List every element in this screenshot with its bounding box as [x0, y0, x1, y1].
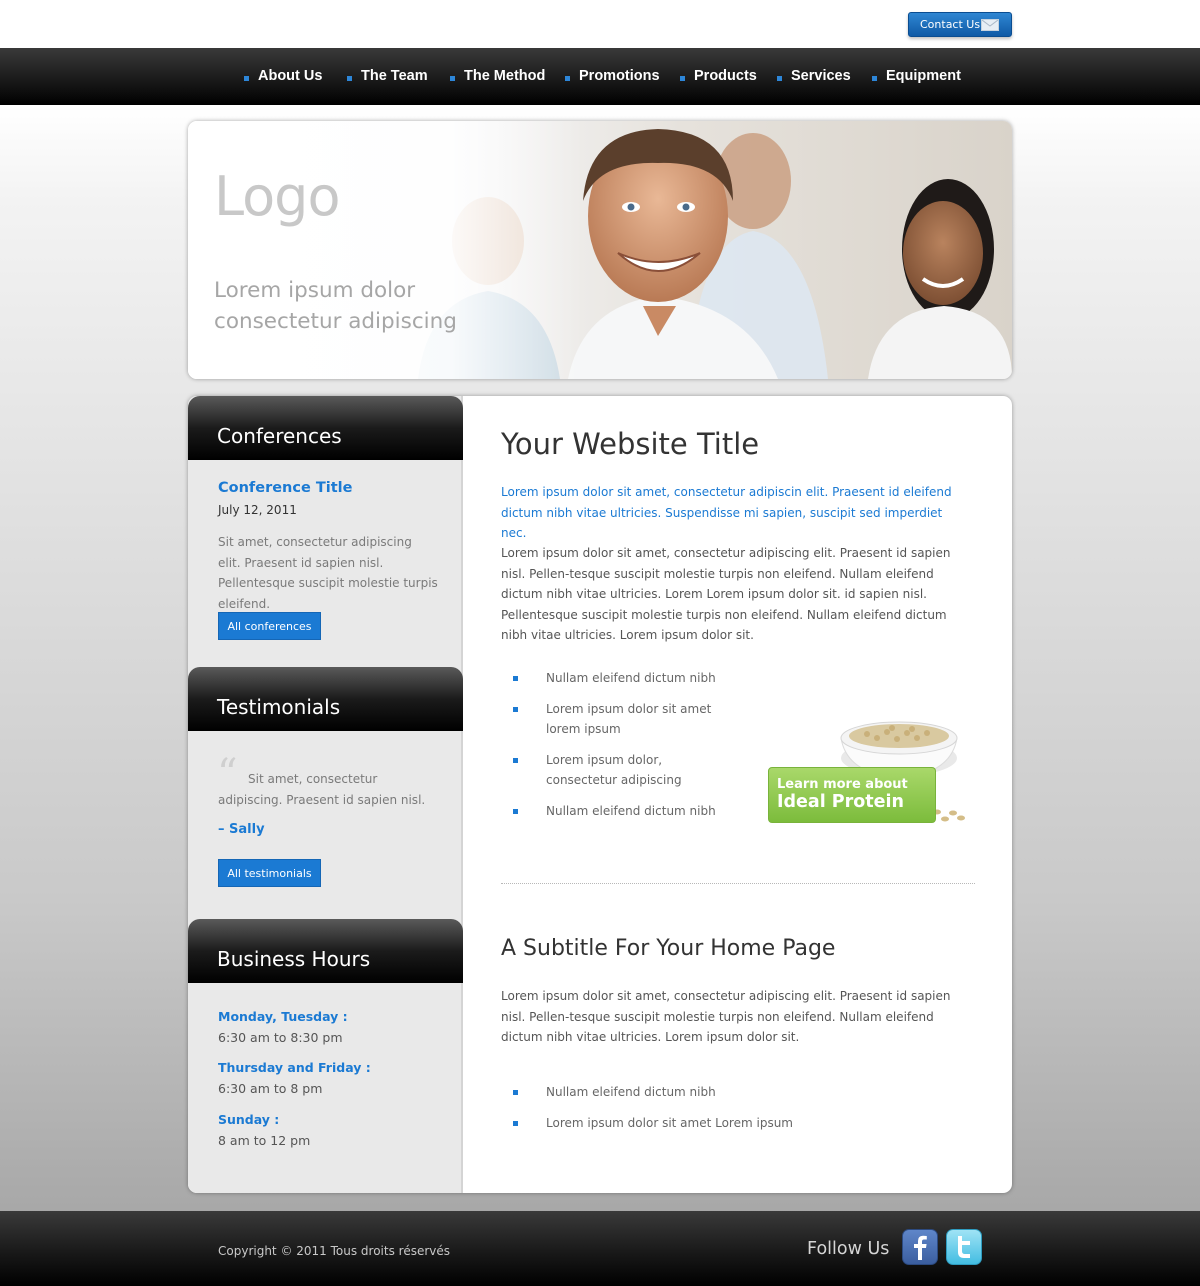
main-navigation: About Us The Team The Method Promotions … — [0, 48, 1200, 105]
conference-title-link[interactable]: Conference Title — [218, 480, 352, 496]
nav-bullet — [450, 75, 455, 81]
business-hours-heading: Business Hours — [188, 919, 463, 983]
bullet-icon — [513, 1090, 518, 1095]
nav-bullet — [777, 75, 782, 81]
nav-label: Products — [694, 68, 757, 84]
list-item-text: Nullam eleifend dictum nibh — [546, 1085, 716, 1099]
facebook-icon[interactable] — [902, 1229, 938, 1265]
testimonials-heading: Testimonials — [188, 667, 463, 731]
list-item-text: Lorem ipsum dolor, consectetur adipiscin… — [546, 752, 682, 788]
ideal-protein-promo[interactable]: Learn more about Ideal Protein — [767, 702, 973, 832]
list-item: Nullam eleifend dictum nibh — [513, 668, 743, 689]
copyright-text: Copyright © 2011 Tous droits réservés — [218, 1244, 451, 1258]
conferences-heading: Conferences — [188, 396, 463, 460]
list-item-text: Nullam eleifend dictum nibh — [546, 671, 716, 685]
nav-item-promotions[interactable]: Promotions — [565, 67, 660, 85]
list-item: Nullam eleifend dictum nibh — [513, 801, 743, 822]
promo-badge: Learn more about Ideal Protein — [768, 767, 936, 823]
hours-day: Monday, Tuesday : — [218, 1009, 348, 1024]
nav-bullet — [872, 75, 877, 81]
nav-label: The Method — [464, 68, 546, 84]
hours-time: 6:30 am to 8 pm — [218, 1081, 323, 1096]
testimonial-quote: Sit amet, consectetur adipiscing. Praese… — [218, 772, 426, 807]
hours-time: 8 am to 12 pm — [218, 1133, 311, 1148]
nav-bullet — [565, 75, 570, 81]
list-item: Lorem ipsum dolor, consectetur adipiscin… — [513, 750, 728, 791]
nav-label: Equipment — [886, 68, 961, 84]
testimonial-author: – Sally — [218, 822, 265, 837]
bullet-icon — [513, 757, 518, 763]
nav-item-the-team[interactable]: The Team — [347, 67, 428, 85]
bullet-icon — [513, 1120, 518, 1126]
body-paragraph: Lorem ipsum dolor sit amet, consectetur … — [501, 546, 951, 642]
section-subtitle: A Subtitle For Your Home Page — [501, 936, 836, 961]
footer: Copyright © 2011 Tous droits réservés Fo… — [0, 1211, 1200, 1286]
body-paragraph: Lorem ipsum dolor sit amet, consectetur … — [501, 989, 951, 1044]
nav-label: Promotions — [579, 68, 660, 84]
business-hours-heading-text: Business Hours — [217, 947, 371, 971]
list-item: Lorem ipsum dolor sit amet lorem ipsum — [513, 699, 718, 740]
list-item: Lorem ipsum dolor sit amet Lorem ipsum — [513, 1113, 813, 1134]
section-divider — [501, 883, 975, 884]
nav-label: The Team — [361, 68, 428, 84]
nav-bullet — [244, 75, 249, 81]
page-title: Your Website Title — [501, 427, 760, 461]
content-panel: Conferences Conference Title July 12, 20… — [188, 396, 1012, 1193]
main-content: Your Website Title Lorem ipsum dolor sit… — [463, 396, 1012, 1193]
bullet-icon — [513, 808, 518, 814]
sidebar: Conferences Conference Title July 12, 20… — [188, 396, 463, 1193]
conference-date: July 12, 2011 — [218, 503, 297, 517]
follow-us-label: Follow Us — [807, 1239, 890, 1259]
hours-day: Thursday and Friday : — [218, 1060, 371, 1075]
hero-banner: Logo Lorem ipsum dolor consectetur adipi… — [188, 121, 1012, 379]
top-bar: Contact Us — [0, 0, 1200, 48]
contact-us-button[interactable]: Contact Us — [908, 12, 1012, 37]
hours-day: Sunday : — [218, 1112, 280, 1127]
conference-description: Sit amet, consectetur adipiscing elit. P… — [218, 535, 438, 611]
site-logo[interactable]: Logo — [214, 165, 340, 228]
bullet-icon — [513, 676, 518, 681]
nav-label: About Us — [258, 68, 323, 84]
nav-bullet — [680, 75, 685, 81]
promo-line1: Learn more about — [777, 777, 908, 792]
promo-line2: Ideal Protein — [777, 792, 904, 812]
all-testimonials-button[interactable]: All testimonials — [218, 859, 321, 887]
hero-photo — [188, 121, 1012, 379]
nav-item-the-method[interactable]: The Method — [450, 67, 545, 85]
contact-us-label: Contact Us — [920, 18, 981, 31]
hero-tagline: Lorem ipsum dolor consectetur adipiscing — [214, 278, 457, 334]
intro-text: Lorem ipsum dolor sit amet, consectetur … — [501, 485, 952, 540]
twitter-icon[interactable] — [946, 1229, 982, 1265]
nav-list: About Us The Team The Method Promotions … — [0, 48, 1200, 105]
nav-item-about-us[interactable]: About Us — [244, 67, 322, 85]
nav-bullet — [347, 75, 352, 81]
nav-item-services[interactable]: Services — [777, 67, 851, 85]
list-item-text: Lorem ipsum dolor sit amet Lorem ipsum — [546, 1115, 793, 1130]
bullet-icon — [513, 706, 518, 712]
conferences-heading-text: Conferences — [217, 424, 342, 448]
list-item-text: Lorem ipsum dolor sit amet lorem ipsum — [546, 701, 712, 737]
nav-item-equipment[interactable]: Equipment — [872, 67, 961, 85]
list-item: Nullam eleifend dictum nibh — [513, 1082, 813, 1103]
feature-list: Nullam eleifend dictum nibh Lorem ipsum … — [513, 668, 743, 821]
hours-time: 6:30 am to 8:30 pm — [218, 1030, 343, 1045]
nav-item-products[interactable]: Products — [680, 67, 757, 85]
nav-label: Services — [791, 68, 851, 84]
all-conferences-button[interactable]: All conferences — [218, 612, 321, 640]
feature-list-2: Nullam eleifend dictum nibh Lorem ipsum … — [513, 1082, 813, 1133]
testimonials-heading-text: Testimonials — [217, 695, 341, 719]
list-item-text: Nullam eleifend dictum nibh — [546, 803, 716, 818]
envelope-icon — [981, 19, 999, 31]
